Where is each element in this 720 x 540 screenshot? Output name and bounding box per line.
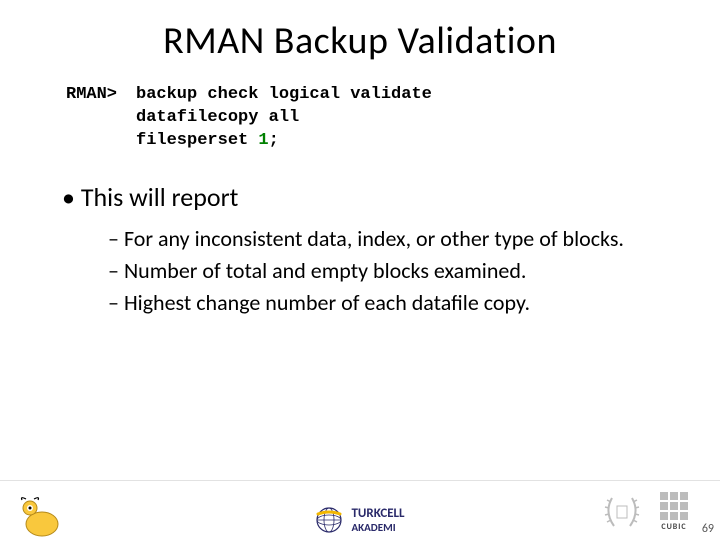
code-block: RMAN>backup check logical validate datafi…	[66, 84, 682, 153]
code-lines: backup check logical validate datafilecop…	[136, 84, 432, 153]
sub-bullet-item: For any inconsistent data, index, or oth…	[108, 223, 682, 255]
code-prompt: RMAN>	[66, 84, 136, 107]
cubic-label: CUBIC	[661, 522, 686, 532]
turkcell-logo: TURKCELL AKADEMI	[351, 506, 404, 534]
sub-bullet-item: Number of total and empty blocks examine…	[108, 255, 682, 287]
code-line-1: backup check logical validate	[136, 85, 432, 104]
code-line-3b: ;	[269, 131, 279, 150]
code-number: 1	[258, 131, 268, 150]
bullet-main: This will report	[62, 181, 682, 213]
footer-bar: TURKCELL AKADEMI	[0, 480, 720, 540]
page-number: 69	[702, 522, 714, 536]
wreath-icon	[602, 492, 642, 532]
slide-title: RMAN Backup Validation	[38, 18, 682, 64]
sub-bullet-list: For any inconsistent data, index, or oth…	[108, 223, 682, 319]
turkcell-text-top: TURKCELL	[351, 506, 404, 521]
code-line-3a: filesperset	[136, 131, 258, 150]
turkcell-text-bottom: AKADEMI	[351, 521, 404, 534]
globe-icon	[315, 506, 343, 534]
right-badge-group: CUBIC	[602, 492, 688, 532]
sub-bullet-item: Highest change number of each datafile c…	[108, 287, 682, 319]
cubic-grid-icon	[660, 492, 688, 520]
cubic-logo: CUBIC	[660, 492, 688, 532]
code-line-2: datafilecopy all	[136, 108, 299, 127]
